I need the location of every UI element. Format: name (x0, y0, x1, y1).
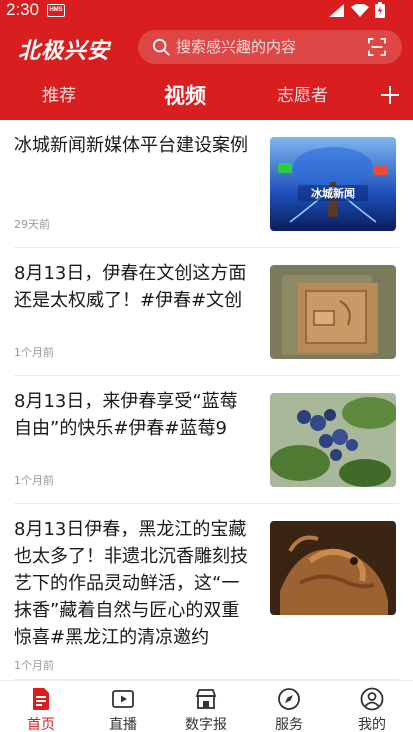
news-title: 8月13日，来伊春享受“蓝莓自由”的快乐#伊春#蓝莓9 (14, 391, 238, 439)
newspaper-store-icon (195, 689, 217, 709)
news-time: 1个月前 (14, 659, 54, 672)
app-header: 2:30 HMS 北极兴安 搜索感兴趣的内容 推荐 视频 志愿者 (0, 0, 413, 120)
nav-label: 数字报 (185, 717, 227, 732)
status-notification-icon: HMS (47, 4, 65, 17)
tab-volunteer[interactable]: 志愿者 (277, 76, 328, 116)
nav-label: 我的 (358, 717, 386, 732)
add-channel-icon[interactable] (377, 82, 403, 108)
news-item[interactable]: 冰城新闻新媒体平台建设案例 29天前 冰城新闻 (14, 120, 399, 248)
news-list: 冰城新闻新媒体平台建设案例 29天前 冰城新闻 8月13日，伊春在文创这方面还是… (0, 120, 413, 680)
nav-label: 服务 (275, 717, 303, 732)
nav-live[interactable]: 直播 (82, 681, 164, 732)
tab-video[interactable]: 视频 (164, 76, 206, 116)
status-icons (329, 2, 385, 22)
signal-icon (329, 3, 345, 22)
search-icon (152, 38, 170, 56)
nav-newspaper[interactable]: 数字报 (165, 681, 247, 732)
battery-icon (375, 2, 385, 22)
channel-tabs: 推荐 视频 志愿者 (0, 76, 413, 116)
search-input[interactable] (176, 30, 366, 64)
user-icon (360, 687, 384, 711)
status-bar: 2:30 HMS (0, 0, 413, 22)
news-time: 1个月前 (14, 346, 54, 359)
news-thumbnail (270, 265, 396, 359)
news-thumbnail (270, 521, 396, 615)
tab-recommend[interactable]: 推荐 (42, 76, 76, 116)
news-title: 8月13日伊春，黑龙江的宝藏也太多了！非遗北沉香雕刻技艺下的作品灵动鲜活，这“一… (14, 519, 248, 648)
news-title: 8月13日，伊春在文创这方面还是太权威了！#伊春#文创 (14, 263, 247, 311)
scan-icon[interactable] (368, 38, 386, 56)
home-doc-icon (33, 688, 49, 710)
news-item[interactable]: 8月13日，伊春在文创这方面还是太权威了！#伊春#文创 1个月前 (14, 248, 399, 376)
top-bar: 北极兴安 (0, 28, 413, 68)
news-item[interactable]: 8月13日伊春，黑龙江的宝藏也太多了！非遗北沉香雕刻技艺下的作品灵动鲜活，这“一… (14, 504, 399, 680)
thumbnail-caption: 冰城新闻 (311, 186, 355, 200)
news-time: 1个月前 (14, 474, 54, 487)
wifi-icon (351, 3, 369, 22)
live-video-icon (112, 690, 134, 708)
news-title: 冰城新闻新媒体平台建设案例 (14, 135, 248, 156)
app-logo: 北极兴安 (18, 39, 111, 64)
news-item[interactable]: 8月13日，来伊春享受“蓝莓自由”的快乐#伊春#蓝莓9 1个月前 (14, 376, 399, 504)
nav-label: 首页 (27, 717, 55, 732)
compass-icon (278, 688, 300, 710)
status-time: 2:30 (6, 0, 40, 19)
nav-mine[interactable]: 我的 (331, 681, 413, 732)
nav-home[interactable]: 首页 (0, 681, 82, 732)
bottom-nav: 首页 直播 数字报 服务 我的 (0, 680, 413, 732)
news-thumbnail (270, 393, 396, 487)
search-box[interactable] (138, 30, 402, 64)
news-thumbnail: 冰城新闻 (270, 137, 396, 231)
nav-label: 直播 (109, 717, 137, 732)
nav-service[interactable]: 服务 (248, 681, 330, 732)
news-time: 29天前 (14, 218, 50, 231)
